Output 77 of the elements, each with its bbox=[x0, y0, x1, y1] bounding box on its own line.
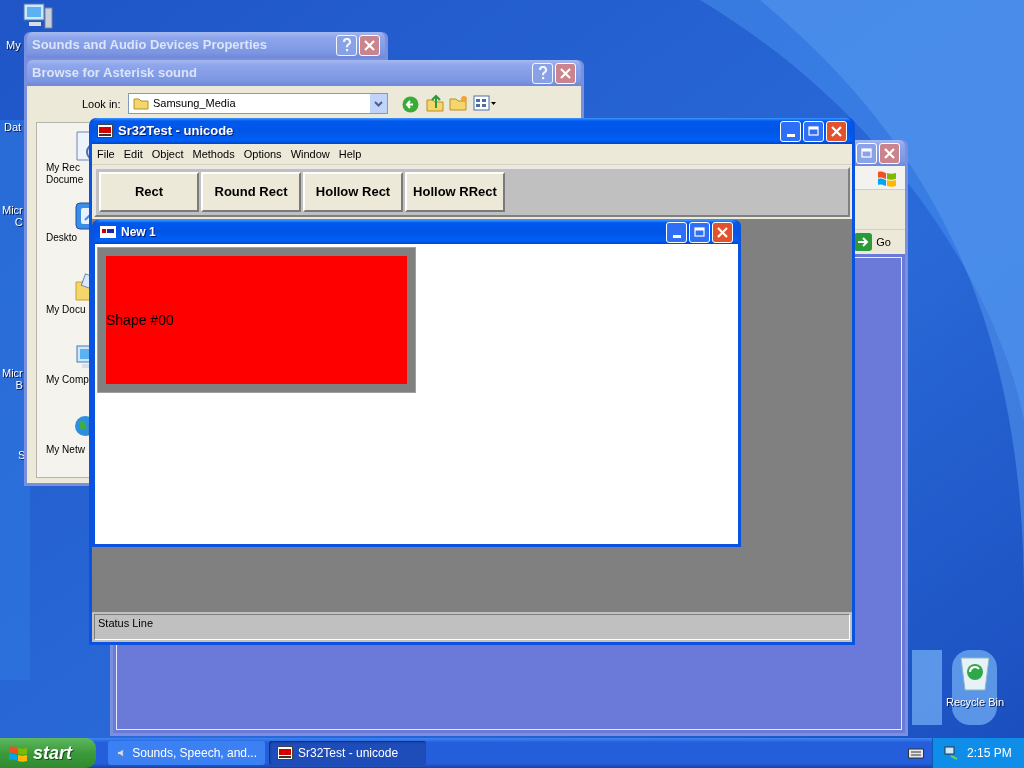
menu-item[interactable]: Methods bbox=[192, 145, 235, 163]
close-icon bbox=[717, 226, 728, 238]
desktop-icon-label[interactable]: Micr bbox=[2, 367, 23, 379]
look-in-label: Look in: bbox=[82, 97, 121, 112]
selection-frame[interactable]: Shape #00 bbox=[97, 247, 416, 393]
close-icon bbox=[364, 39, 375, 51]
toolbar-button[interactable]: Round Rect bbox=[201, 172, 301, 212]
back-icon[interactable] bbox=[402, 96, 419, 113]
help-icon bbox=[537, 66, 548, 80]
app-icon bbox=[97, 124, 113, 138]
desktop-icon-label[interactable]: Dat bbox=[4, 121, 22, 133]
rectangle-shape[interactable]: Shape #00 bbox=[106, 256, 407, 384]
places-item-label[interactable]: My Rec bbox=[46, 162, 80, 174]
window-title: Sounds and Audio Devices Properties bbox=[32, 36, 268, 55]
document-icon bbox=[100, 226, 116, 238]
help-button[interactable] bbox=[532, 62, 553, 84]
places-item-label[interactable]: Deskto bbox=[46, 232, 78, 244]
menu-item[interactable]: Options bbox=[243, 145, 282, 163]
shape-label: Shape #00 bbox=[106, 310, 174, 330]
help-icon bbox=[341, 38, 352, 52]
toolbar-button[interactable]: Rect bbox=[99, 172, 199, 212]
close-icon bbox=[560, 67, 571, 79]
menu-item[interactable]: Help bbox=[338, 145, 362, 163]
network-icon[interactable] bbox=[943, 745, 959, 761]
look-in-dropdown[interactable]: Samsung_Media bbox=[128, 93, 388, 114]
maximize-button[interactable] bbox=[803, 120, 824, 142]
go-button[interactable]: Go bbox=[854, 233, 891, 251]
close-button[interactable] bbox=[826, 120, 847, 142]
folder-icon bbox=[73, 272, 89, 304]
desktop-icon-label[interactable]: C bbox=[14, 216, 23, 228]
window-title: Browse for Asterisk sound bbox=[32, 64, 198, 83]
taskbar-button[interactable]: Sr32Test - unicode bbox=[269, 741, 426, 765]
maximize-icon bbox=[861, 148, 872, 158]
taskbar-button[interactable]: Sounds, Speech, and... bbox=[108, 741, 265, 765]
minimize-button[interactable] bbox=[666, 221, 687, 243]
windows-flag-icon bbox=[8, 744, 28, 762]
menu-item[interactable]: Window bbox=[290, 145, 330, 163]
start-button[interactable]: start bbox=[0, 738, 96, 768]
places-item-label[interactable]: My Docu bbox=[46, 304, 86, 316]
view-menu-icon[interactable] bbox=[473, 95, 497, 111]
minimize-button[interactable] bbox=[780, 120, 801, 142]
close-button[interactable] bbox=[359, 34, 380, 56]
maximize-icon bbox=[808, 126, 819, 136]
minimize-icon bbox=[672, 234, 681, 238]
window-title: Sr32Test - unicode bbox=[118, 122, 235, 141]
desktop-icon-label[interactable]: B bbox=[15, 379, 23, 391]
document-clock-icon bbox=[73, 130, 89, 162]
minimize-icon bbox=[786, 133, 795, 137]
places-item-label[interactable]: Docume bbox=[46, 174, 84, 186]
desktop-icon bbox=[73, 200, 89, 232]
menu-item[interactable]: Object bbox=[151, 145, 184, 163]
clock: 2:15 PM bbox=[967, 745, 1012, 762]
app-icon bbox=[277, 746, 293, 760]
keyboard-icon[interactable] bbox=[908, 747, 924, 759]
maximize-button[interactable] bbox=[856, 142, 877, 164]
places-item-label[interactable]: My Netw bbox=[46, 444, 85, 456]
status-bar: Status Line bbox=[94, 614, 850, 640]
window-title: New 1 bbox=[121, 224, 157, 241]
close-button[interactable] bbox=[712, 221, 733, 243]
close-icon bbox=[831, 125, 842, 137]
close-button[interactable] bbox=[879, 142, 900, 164]
places-item-label[interactable]: My Comp bbox=[46, 374, 89, 386]
toolbar-button[interactable]: Hollow RRect bbox=[405, 172, 505, 212]
maximize-button[interactable] bbox=[689, 221, 710, 243]
recycle-bin-label: Recycle Bin bbox=[946, 695, 1005, 710]
close-icon bbox=[884, 147, 895, 159]
toolbar-button[interactable]: Hollow Rect bbox=[303, 172, 403, 212]
help-button[interactable] bbox=[336, 34, 357, 56]
menu-item[interactable]: Edit bbox=[123, 145, 143, 163]
folder-icon bbox=[133, 97, 149, 110]
computer-icon bbox=[22, 2, 54, 32]
close-button[interactable] bbox=[555, 62, 576, 84]
maximize-icon bbox=[694, 227, 705, 237]
desktop-icon-label[interactable]: My bbox=[6, 39, 21, 51]
desktop-icon-label[interactable]: Micr bbox=[2, 204, 23, 216]
menu-item[interactable]: File bbox=[97, 145, 115, 163]
up-folder-icon[interactable] bbox=[426, 94, 444, 112]
